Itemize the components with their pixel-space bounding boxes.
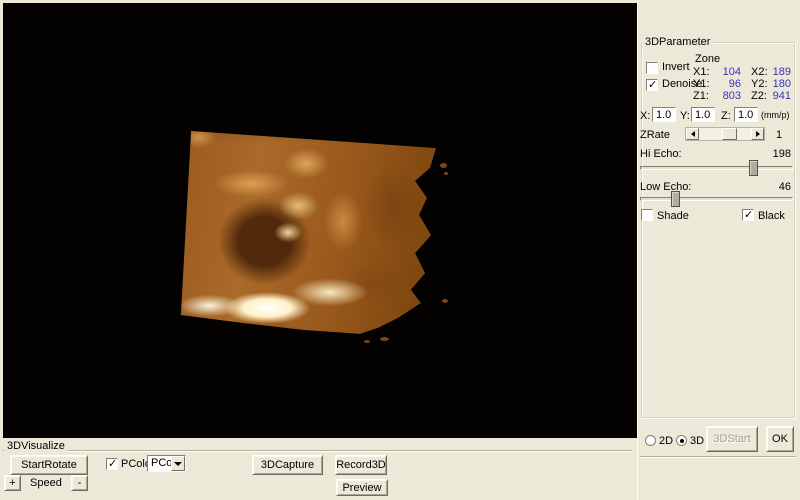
shade-checkbox[interactable] (641, 209, 653, 221)
zone-z2-label: Z2: (751, 90, 767, 102)
hi-echo-track[interactable] (640, 166, 793, 170)
scan-fragment (380, 337, 389, 341)
pcolor-checkbox[interactable] (106, 458, 118, 470)
zone-y1-value: 96 (708, 78, 741, 90)
mode-3d-label: 3D (690, 435, 704, 447)
y-scale-input[interactable] (691, 107, 715, 122)
low-echo-track[interactable] (640, 197, 793, 201)
mode-3d-radio[interactable] (676, 435, 687, 446)
mode-2d-label: 2D (659, 435, 673, 447)
zrate-value: 1 (776, 129, 782, 141)
denoise-checkbox[interactable] (646, 79, 658, 91)
z-scale-input[interactable] (734, 107, 758, 122)
black-label: Black (758, 210, 785, 222)
z-scale-label: Z: (721, 110, 731, 122)
zone-y2-value: 180 (768, 78, 791, 90)
3dcapture-button[interactable]: 3DCapture (252, 455, 323, 475)
render-viewport[interactable] (3, 3, 637, 438)
ok-button[interactable]: OK (766, 426, 794, 452)
scale-unit-label: (mm/p) (761, 110, 790, 120)
zrate-left-arrow-icon[interactable] (686, 128, 699, 140)
y-scale-label: Y: (680, 110, 690, 122)
3dstart-button[interactable]: 3DStart (706, 426, 758, 452)
speed-minus-button[interactable]: - (71, 475, 88, 491)
parameter-groupbox-title: 3DParameter (642, 36, 713, 48)
low-echo-thumb[interactable] (671, 191, 680, 207)
visualize-panel: 3DVisualize StartRotate + Speed - PColor… (0, 438, 637, 500)
invert-label: Invert (662, 61, 690, 73)
zone-y2-label: Y2: (751, 78, 768, 90)
zone-x2-label: X2: (751, 66, 768, 78)
zone-z1-value: 803 (708, 90, 741, 102)
ultrasound-render (178, 117, 440, 339)
zone-z2-value: 941 (768, 90, 791, 102)
parameter-panel: 3DParameter Invert Denoise Zone X1: 104 … (637, 0, 800, 500)
scan-fragment (442, 299, 448, 303)
speed-label: Speed (30, 477, 62, 489)
preview-button[interactable]: Preview (336, 479, 388, 496)
hi-echo-slider[interactable] (640, 159, 793, 177)
zone-z1-label: Z1: (693, 90, 709, 102)
x-scale-label: X: (640, 110, 650, 122)
scan-fragment (364, 340, 370, 343)
x-scale-input[interactable] (652, 107, 676, 122)
zrate-label: ZRate (640, 129, 670, 141)
scan-fragment (440, 163, 447, 168)
low-echo-slider[interactable] (640, 190, 793, 208)
black-checkbox[interactable] (742, 209, 754, 221)
zone-x1-value: 104 (708, 66, 741, 78)
zrate-scroll-thumb[interactable] (722, 128, 737, 140)
scan-fragment (444, 172, 448, 175)
pcolor-dropdown-arrow-icon[interactable] (171, 456, 185, 471)
shade-label: Shade (657, 210, 689, 222)
zrate-right-arrow-icon[interactable] (751, 128, 764, 140)
zone-label: Zone (695, 53, 720, 65)
app-window: { "colors": { "panel_bg": "#ece9d8", "vi… (0, 0, 800, 500)
speed-plus-button[interactable]: + (4, 475, 21, 491)
record3d-button[interactable]: Record3D (335, 455, 387, 475)
visualize-groupbox-line (2, 450, 632, 452)
start-rotate-button[interactable]: StartRotate (10, 455, 88, 475)
zone-x2-value: 189 (768, 66, 791, 78)
mode-2d-radio[interactable] (645, 435, 656, 446)
pcolor-dropdown[interactable]: PColor (147, 455, 186, 472)
panel-divider (640, 456, 796, 458)
hi-echo-thumb[interactable] (749, 160, 758, 176)
invert-checkbox[interactable] (646, 62, 658, 74)
zrate-scrollbar[interactable] (685, 127, 765, 141)
visualize-groupbox-title: 3DVisualize (4, 440, 68, 452)
